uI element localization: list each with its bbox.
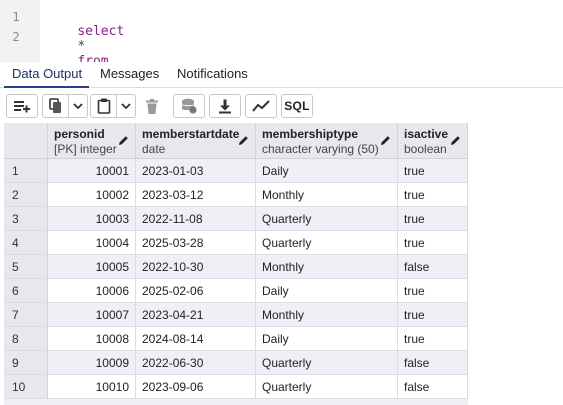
- add-row-icon: [13, 99, 31, 113]
- line-number: 2: [12, 30, 20, 44]
- paste-button-group: [90, 94, 136, 118]
- row-number-cell[interactable]: 2: [4, 183, 48, 207]
- delete-button[interactable]: [139, 94, 165, 118]
- cell-personid[interactable]: 10003: [48, 207, 136, 231]
- cell-memberstartdate[interactable]: 2023-03-12: [136, 183, 256, 207]
- cell-membershiptype[interactable]: Monthly: [256, 255, 398, 279]
- graph-visualiser-icon: [252, 100, 270, 112]
- cell-personid[interactable]: 10006: [48, 279, 136, 303]
- data-grid: personid [PK] integer memberstartdate da…: [4, 123, 563, 405]
- cell-isactive[interactable]: false: [398, 255, 468, 279]
- editor-gutter: 1 2: [0, 0, 40, 62]
- edit-pencil-icon[interactable]: [380, 135, 391, 149]
- cell-personid[interactable]: 10005: [48, 255, 136, 279]
- row-number-cell[interactable]: 7: [4, 303, 48, 327]
- sql-star: *: [77, 39, 86, 54]
- download-button[interactable]: [209, 94, 241, 118]
- row-number-cell[interactable]: 9: [4, 351, 48, 375]
- cell-isactive[interactable]: true: [398, 159, 468, 183]
- cell-isactive[interactable]: true: [398, 231, 468, 255]
- column-header-memberstartdate[interactable]: memberstartdate date: [136, 123, 256, 159]
- cell-membershiptype[interactable]: Daily: [256, 327, 398, 351]
- cell-personid[interactable]: 10004: [48, 231, 136, 255]
- cell-isactive[interactable]: false: [398, 375, 468, 399]
- graph-visualiser-button[interactable]: [245, 94, 277, 118]
- copy-button-group: [42, 94, 88, 118]
- column-header-isactive[interactable]: isactive boolean: [398, 123, 468, 159]
- sql-button[interactable]: SQL: [281, 94, 313, 118]
- dropdown-arrow-icon[interactable]: [69, 102, 87, 110]
- column-type: [PK] integer: [54, 142, 117, 156]
- column-name: membershiptype: [262, 127, 359, 141]
- cell-personid[interactable]: 10002: [48, 183, 136, 207]
- active-tab-indicator: [4, 86, 89, 88]
- cell-membershiptype[interactable]: Monthly: [256, 303, 398, 327]
- cell-isactive[interactable]: true: [398, 327, 468, 351]
- query-editor[interactable]: 1 2 select * from member: [0, 0, 563, 84]
- column-type: date: [142, 142, 166, 156]
- row-number-cell[interactable]: 10: [4, 375, 48, 399]
- cell-personid[interactable]: 10010: [48, 375, 136, 399]
- cell-membershiptype[interactable]: Monthly: [256, 183, 398, 207]
- column-type: boolean: [404, 142, 447, 156]
- cell-membershiptype[interactable]: Daily: [256, 279, 398, 303]
- column-header-membershiptype[interactable]: membershiptype character varying (50): [256, 123, 398, 159]
- cell-memberstartdate[interactable]: 2023-09-06: [136, 375, 256, 399]
- row-number-cell[interactable]: 4: [4, 231, 48, 255]
- cell-personid[interactable]: 10008: [48, 327, 136, 351]
- cell-memberstartdate[interactable]: 2022-11-08: [136, 207, 256, 231]
- row-number-cell[interactable]: 8: [4, 327, 48, 351]
- cell-isactive[interactable]: false: [398, 351, 468, 375]
- copy-icon[interactable]: [43, 98, 68, 114]
- cell-personid[interactable]: 10009: [48, 351, 136, 375]
- edit-pencil-icon[interactable]: [450, 135, 461, 149]
- cell-personid[interactable]: 10001: [48, 159, 136, 183]
- table-row-partial: [4, 399, 468, 405]
- cell-memberstartdate[interactable]: 2022-06-30: [136, 351, 256, 375]
- edit-pencil-icon[interactable]: [118, 135, 129, 149]
- row-number-header: [4, 123, 48, 159]
- line-number: 1: [12, 10, 20, 24]
- row-number-cell[interactable]: 6: [4, 279, 48, 303]
- sql-keyword-select: select: [77, 24, 125, 39]
- column-header-personid[interactable]: personid [PK] integer: [48, 123, 136, 159]
- row-number-cell[interactable]: 3: [4, 207, 48, 231]
- cell-membershiptype[interactable]: Quarterly: [256, 375, 398, 399]
- cell-isactive[interactable]: true: [398, 303, 468, 327]
- cell-membershiptype[interactable]: Quarterly: [256, 207, 398, 231]
- save-data-icon: [181, 98, 197, 114]
- download-icon: [218, 99, 232, 114]
- edit-pencil-icon[interactable]: [238, 135, 249, 149]
- dropdown-arrow-icon[interactable]: [117, 102, 135, 110]
- cell-memberstartdate[interactable]: 2022-10-30: [136, 255, 256, 279]
- cell-membershiptype[interactable]: Quarterly: [256, 231, 398, 255]
- column-name: personid: [54, 127, 105, 141]
- cell-memberstartdate[interactable]: 2025-03-28: [136, 231, 256, 255]
- cell-memberstartdate[interactable]: 2023-01-03: [136, 159, 256, 183]
- cell-membershiptype[interactable]: Quarterly: [256, 351, 398, 375]
- cell-isactive[interactable]: true: [398, 279, 468, 303]
- column-name: isactive: [404, 127, 449, 141]
- delete-icon: [146, 98, 158, 114]
- cell-memberstartdate[interactable]: 2025-02-06: [136, 279, 256, 303]
- sql-icon: SQL: [284, 99, 310, 113]
- cell-personid[interactable]: 10007: [48, 303, 136, 327]
- tab-notifications[interactable]: Notifications: [177, 66, 248, 81]
- cell-memberstartdate[interactable]: 2023-04-21: [136, 303, 256, 327]
- row-number-cell[interactable]: 5: [4, 255, 48, 279]
- cell-membershiptype[interactable]: Daily: [256, 159, 398, 183]
- output-tabs: Data Output Messages Notifications: [0, 62, 563, 88]
- cell-isactive[interactable]: true: [398, 207, 468, 231]
- cell-memberstartdate[interactable]: 2024-08-14: [136, 327, 256, 351]
- column-name: memberstartdate: [142, 127, 240, 141]
- tab-data-output[interactable]: Data Output: [12, 66, 82, 81]
- data-toolbar: SQL: [0, 89, 563, 121]
- cell-isactive[interactable]: true: [398, 183, 468, 207]
- column-type: character varying (50): [262, 142, 379, 156]
- row-number-cell[interactable]: 1: [4, 159, 48, 183]
- add-row-button[interactable]: [6, 94, 38, 118]
- paste-icon[interactable]: [91, 98, 116, 114]
- save-data-button[interactable]: [173, 94, 205, 118]
- tab-messages[interactable]: Messages: [100, 66, 159, 81]
